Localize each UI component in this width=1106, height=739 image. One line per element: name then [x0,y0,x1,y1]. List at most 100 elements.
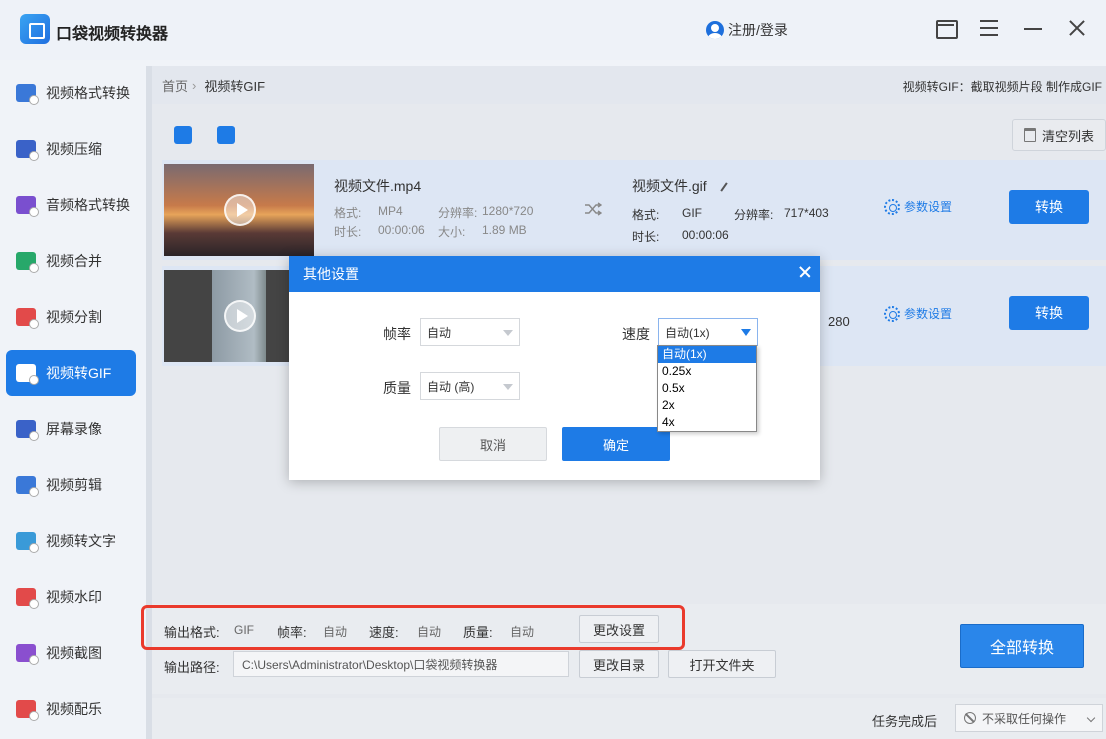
params-settings-link[interactable]: 参数设置 [884,305,952,322]
quality-select[interactable]: 自动 (高) [420,372,520,400]
sidebar-item[interactable]: 视频配乐 [6,686,136,732]
shuffle-icon [585,202,602,216]
dialog-quality-label: 质量 [383,380,411,396]
params-settings-link[interactable]: 参数设置 [884,198,952,215]
breadcrumb-current: 视频转GIF [204,78,266,94]
speed-option[interactable]: 0.5x [658,380,756,397]
sidebar-item[interactable]: 视频压缩 [6,126,136,172]
dialog-speed-label: 速度 [622,326,650,342]
output-filename: 视频文件.gif [632,178,707,194]
sidebar-item[interactable]: 视频剪辑 [6,462,136,508]
app-title: 口袋视频转换器 [56,26,169,43]
sidebar-item-icon [16,700,39,721]
add-folder-icon[interactable] [217,126,235,144]
sidebar-item[interactable]: 视频分割 [6,294,136,340]
framerate-select[interactable]: 自动 [420,318,520,346]
sidebar-item-icon [16,140,39,161]
output-format-label: 格式: [632,208,660,222]
dialog-title: 其他设置 [303,266,359,282]
ok-button[interactable]: 确定 [562,427,670,461]
sidebar-item-icon [16,532,39,553]
login-link[interactable]: 注册/登录 [706,20,788,40]
open-folder-button[interactable]: 打开文件夹 [668,650,776,678]
sidebar-item-label: 视频截图 [46,645,102,661]
sidebar-item[interactable]: 音频格式转换 [6,182,136,228]
source-resolution-label: 分辨率: [438,206,478,220]
chevron-down-icon [503,330,513,336]
framerate-label: 帧率: [277,625,307,640]
dialog-close-icon[interactable] [798,265,812,279]
sidebar-item-label: 视频转文字 [46,533,116,549]
sidebar-item[interactable]: 视频水印 [6,574,136,620]
folder-icon[interactable] [933,16,958,40]
sidebar-item-label: 视频剪辑 [46,477,102,493]
output-filename-row: 视频文件.gif [632,176,729,196]
sidebar: 视频格式转换视频压缩音频格式转换 视频合并视频分割视频转GIF 屏幕录像视频剪辑视频… [0,66,146,739]
sidebar-item-label: 视频压缩 [46,141,102,157]
output-resolution: 717*403 [784,206,829,220]
sidebar-item[interactable]: 视频转GIF [6,350,136,396]
minimize-icon[interactable] [1021,16,1045,40]
source-duration-label: 时长: [334,225,362,239]
convert-all-button[interactable]: 全部转换 [960,624,1084,668]
sidebar-item-icon [16,644,39,665]
add-video-icon[interactable] [174,126,192,144]
source-size: 1.89 MB [482,223,527,237]
cancel-button[interactable]: 取消 [439,427,547,461]
file-row: 视频文件.mp4 格式: MP4 分辨率: 1280*720 时长: 00:00… [162,160,1106,260]
clear-list-label: 清空列表 [1041,128,1094,144]
sidebar-item[interactable]: 视频格式转换 [6,70,136,116]
sidebar-item-label: 视频配乐 [46,701,102,717]
play-icon[interactable] [224,300,256,332]
convert-button[interactable]: 转换 [1009,190,1089,224]
sidebar-item-icon [16,420,39,441]
after-task-label: 任务完成后 [872,714,938,729]
video-thumbnail[interactable] [164,164,314,256]
user-icon [706,21,724,39]
convert-button[interactable]: 转换 [1009,296,1089,330]
after-task-select[interactable]: 不采取任何操作 [955,704,1103,732]
sidebar-item[interactable]: 屏幕录像 [6,406,136,452]
change-settings-button[interactable]: 更改设置 [579,615,659,643]
title-bar: 口袋视频转换器 注册/登录 [0,0,1106,60]
sidebar-item[interactable]: 视频截图 [6,630,136,676]
speed-label: 速度: [369,625,399,640]
sidebar-item-icon [16,588,39,609]
speed-option[interactable]: 2x [658,397,756,414]
breadcrumb: 首页 › 视频转GIF 视频转GIF：截取视频片段 制作成GIF [152,66,1106,104]
speed-value: 自动 [417,625,442,639]
output-duration-label: 时长: [632,230,660,244]
login-label: 注册/登录 [728,22,788,38]
source-filename: 视频文件.mp4 [334,178,422,194]
speed-dropdown-list: 自动(1x) 0.25x 0.5x 2x 4x [657,345,757,432]
quality-select-value: 自动 (高) [427,379,475,394]
edit-pencil-icon[interactable] [719,182,728,192]
page-description: 视频转GIF：截取视频片段 制作成GIF [902,80,1102,94]
sidebar-item-label: 屏幕录像 [46,421,102,437]
gear-icon [884,198,900,215]
output-format: GIF [682,206,702,220]
change-directory-button[interactable]: 更改目录 [579,650,659,678]
play-icon[interactable] [224,194,256,226]
sidebar-item-icon [16,308,39,329]
sidebar-item[interactable]: 视频合并 [6,238,136,284]
chevron-down-icon [741,329,751,336]
sidebar-item-label: 视频合并 [46,253,102,269]
sidebar-item-icon [16,84,39,105]
close-icon[interactable] [1065,16,1089,40]
gear-icon [884,305,900,322]
params-settings-label: 参数设置 [904,307,953,321]
sidebar-item-label: 音频格式转换 [46,197,130,213]
speed-option[interactable]: 自动(1x) [658,346,756,363]
breadcrumb-home[interactable]: 首页 [162,76,188,95]
output-duration: 00:00:06 [682,228,729,242]
sidebar-item[interactable]: 视频转文字 [6,518,136,564]
speed-select[interactable]: 自动(1x) [658,318,758,346]
speed-option[interactable]: 0.25x [658,363,756,380]
output-format-value: GIF [234,623,254,637]
speed-option[interactable]: 4x [658,414,756,431]
clear-list-button[interactable]: 清空列表 [1012,119,1106,151]
dialog-framerate-label: 帧率 [383,326,411,342]
output-path-field[interactable]: C:\Users\Administrator\Desktop\口袋视频转换器 [233,651,569,677]
menu-icon[interactable] [977,16,1001,40]
